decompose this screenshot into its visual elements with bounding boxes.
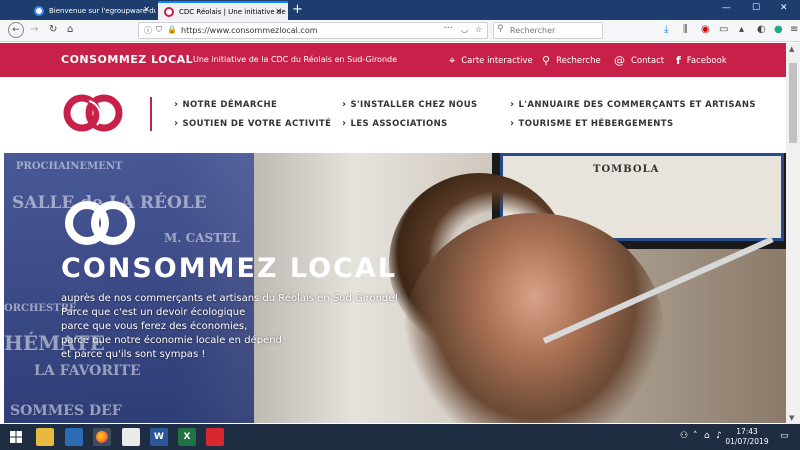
search-placeholder: Rechercher: [510, 26, 556, 35]
link-facebook[interactable]: f Facebook: [676, 54, 727, 67]
addon-icon[interactable]: ◉: [701, 24, 710, 35]
link-label: Carte interactive: [461, 56, 533, 66]
library-icon[interactable]: ⫼: [683, 24, 688, 35]
account-icon[interactable]: ●: [774, 24, 783, 35]
firefox-taskbar-button[interactable]: [93, 428, 111, 446]
volume-icon[interactable]: ♪: [716, 431, 722, 441]
tab-cdc-reolais[interactable]: CDC Réolais | Une initiative de ✕: [158, 1, 288, 20]
close-tab-icon[interactable]: ✕: [143, 5, 150, 14]
link-contact[interactable]: @ Contact: [614, 54, 664, 67]
poster-background: PROCHAINEMENT SALLE de LA RÉOLE M. CASTE…: [4, 153, 254, 423]
url-bar[interactable]: ⓘ ⛉ 🔒 https://www.consommezlocal.com ···…: [138, 22, 488, 39]
scroll-down-icon[interactable]: ▼: [789, 414, 794, 422]
hero-title: CONSOMMEZ LOCAL: [61, 253, 398, 284]
word-icon[interactable]: W: [150, 428, 168, 446]
menu-associations[interactable]: LES ASSOCIATIONS: [342, 118, 448, 129]
hero-text-line: auprès de nos commerçants et artisans du…: [61, 293, 399, 304]
site-brand[interactable]: CONSOMMEZ LOCAL: [61, 53, 193, 66]
forward-arrow-icon[interactable]: →: [30, 24, 38, 35]
link-carte-interactive[interactable]: ⌖ Carte interactive: [449, 54, 533, 68]
pocket-icon[interactable]: ◡: [461, 25, 468, 34]
scroll-up-icon[interactable]: ▲: [789, 45, 794, 53]
poster-text: SOMMES DEF: [10, 403, 122, 419]
nav-divider: [150, 97, 152, 131]
hero-text-line: et parce qu'ils sont sympas !: [61, 349, 206, 360]
page-scrollbar[interactable]: ▲ ▼: [786, 43, 800, 424]
poster-text: M. CASTEL: [164, 231, 240, 245]
menu-annuaire[interactable]: L'ANNUAIRE DES COMMERÇANTS ET ARTISANS: [510, 99, 756, 110]
download-icon[interactable]: ⤓: [664, 24, 668, 35]
people-icon[interactable]: ⚇: [680, 431, 688, 441]
facebook-icon: f: [676, 54, 681, 67]
scrollbar-thumb[interactable]: [789, 63, 797, 143]
site-tagline: Une initiative de la CDC du Réolais en S…: [193, 55, 398, 64]
file-explorer-icon[interactable]: [36, 428, 54, 446]
tab-label: CDC Réolais | Une initiative de: [179, 7, 286, 16]
sidebar-icon[interactable]: ▭: [719, 24, 728, 35]
poster-text: PROCHAINEMENT: [16, 161, 123, 172]
excel-icon[interactable]: X: [178, 428, 196, 446]
clock-time: 17:43: [736, 427, 758, 436]
site-top-bar: CONSOMMEZ LOCAL Une initiative de la CDC…: [0, 43, 786, 77]
hero-banner: PROCHAINEMENT SALLE de LA RÉOLE M. CASTE…: [4, 153, 786, 423]
tab-label: Bienvenue sur l'egroupware du: [49, 6, 156, 15]
search-icon: ⚲: [542, 54, 551, 67]
windows-taskbar: W X ⚇ ˄ ⌂ ♪ 17:43 01/07/2019 ▭: [0, 424, 800, 450]
menu-hamburger-icon[interactable]: ≡: [790, 24, 798, 35]
site-navigation: NOTRE DÉMARCHE SOUTIEN DE VOTRE ACTIVITÉ…: [0, 77, 786, 153]
menu-sinstaller[interactable]: S'INSTALLER CHEZ NOUS: [342, 99, 478, 110]
maximize-icon[interactable]: ☐: [752, 3, 760, 13]
search-field[interactable]: ⚲ Rechercher: [493, 22, 603, 39]
hero-logo-icon: [65, 201, 135, 245]
poster-text: LA FAVORITE: [34, 363, 141, 379]
close-window-icon[interactable]: ✕: [780, 3, 788, 13]
browser-tab-bar: Bienvenue sur l'egroupware du ✕ CDC Réol…: [0, 0, 800, 20]
link-label: Contact: [631, 55, 665, 66]
info-icon[interactable]: ⓘ: [144, 25, 152, 36]
close-tab-icon[interactable]: ✕: [275, 7, 282, 16]
taskbar-clock[interactable]: 17:43 01/07/2019: [722, 427, 772, 447]
reload-icon[interactable]: ↻: [49, 24, 57, 35]
back-arrow-icon[interactable]: ←: [8, 22, 24, 38]
link-label: Recherche: [556, 55, 601, 66]
consommez-local-logo[interactable]: [60, 93, 126, 133]
frame-poster-title: TOMBOLA: [593, 164, 660, 175]
minimize-icon[interactable]: —: [722, 3, 731, 13]
tab-egroupware[interactable]: Bienvenue sur l'egroupware du ✕: [28, 1, 156, 20]
network-icon[interactable]: ⌂: [704, 431, 710, 441]
menu-soutien-activite[interactable]: SOUTIEN DE VOTRE ACTIVITÉ: [174, 118, 331, 129]
link-recherche[interactable]: ⚲ Recherche: [542, 54, 601, 67]
hero-text-line: parce que vous ferez des économies,: [61, 321, 248, 332]
search-icon: ⚲: [497, 24, 504, 34]
hero-text-line: parce que notre économie locale en dépen…: [61, 335, 282, 346]
url-text: https://www.consommezlocal.com: [181, 26, 318, 35]
browser-nav-bar: ← → ↻ ⌂ ⓘ ⛉ 🔒 https://www.consommezlocal…: [0, 20, 800, 42]
home-icon[interactable]: ⌂: [67, 24, 73, 35]
link-label: Facebook: [686, 55, 727, 66]
tray-chevron-icon[interactable]: ˄: [693, 431, 698, 441]
menu-notre-demarche[interactable]: NOTRE DÉMARCHE: [174, 99, 277, 110]
new-tab-button[interactable]: +: [292, 2, 303, 17]
map-pin-icon: ⌖: [449, 54, 456, 67]
clock-date: 01/07/2019: [725, 437, 769, 446]
bookmark-star-icon[interactable]: ☆: [475, 25, 482, 34]
lock-icon: 🔒: [167, 25, 177, 34]
outlook-icon[interactable]: [65, 428, 83, 446]
document-icon[interactable]: [122, 428, 140, 446]
windows-start-icon[interactable]: [10, 431, 22, 443]
firefox-icon: [96, 431, 108, 443]
app-red-icon[interactable]: [206, 428, 224, 446]
sync-icon[interactable]: ◐: [757, 24, 766, 35]
notifications-icon[interactable]: ▭: [780, 431, 789, 441]
google-favicon-icon: [34, 5, 44, 16]
shield-icon[interactable]: ⛉: [156, 25, 162, 35]
hero-text-line: Parce que c'est un devoir écologique: [61, 307, 246, 318]
menu-tourisme[interactable]: TOURISME ET HÉBERGEMENTS: [510, 118, 674, 129]
at-icon: @: [614, 54, 625, 67]
extension-icon[interactable]: ▴: [739, 24, 744, 35]
consommez-local-favicon-icon: [164, 6, 174, 17]
page-actions-icon[interactable]: ···: [443, 23, 453, 34]
